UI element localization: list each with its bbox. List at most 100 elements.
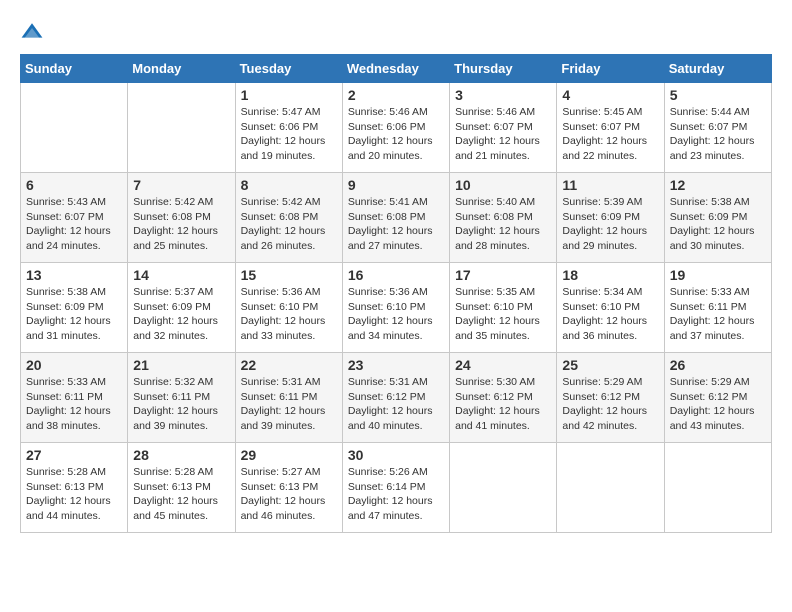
- day-number: 9: [348, 177, 444, 193]
- calendar-cell: 26 Sunrise: 5:29 AM Sunset: 6:12 PM Dayli…: [664, 353, 771, 443]
- calendar-cell: 4Sunrise: 5:45 AM Sunset: 6:07 PM Daylig…: [557, 83, 664, 173]
- day-info: Sunrise: 5:29 AM Sunset: 6:12 PM Dayligh…: [562, 375, 658, 434]
- day-info: Sunrise: 5:39 AM Sunset: 6:09 PM Dayligh…: [562, 195, 658, 254]
- day-info: Sunrise: 5:36 AM Sunset: 6:10 PM Dayligh…: [348, 285, 444, 344]
- day-number: 16: [348, 267, 444, 283]
- day-number: 22: [241, 357, 337, 373]
- day-number: 2: [348, 87, 444, 103]
- day-number: 3: [455, 87, 551, 103]
- calendar-cell: 7 Sunrise: 5:42 AM Sunset: 6:08 PM Daylig…: [128, 173, 235, 263]
- day-info: Sunrise: 5:27 AM Sunset: 6:13 PM Dayligh…: [241, 465, 337, 524]
- logo-icon: [20, 20, 44, 44]
- header-day-sunday: Sunday: [21, 55, 128, 83]
- day-number: 26: [670, 357, 766, 373]
- calendar-cell: 10 Sunrise: 5:40 AM Sunset: 6:08 PM Dayli…: [450, 173, 557, 263]
- calendar-cell: 16 Sunrise: 5:36 AM Sunset: 6:10 PM Dayli…: [342, 263, 449, 353]
- day-info: Sunrise: 5:46 AM Sunset: 6:07 PM Dayligh…: [455, 105, 551, 164]
- day-number: 24: [455, 357, 551, 373]
- day-number: 17: [455, 267, 551, 283]
- day-info: Sunrise: 5:31 AM Sunset: 6:11 PM Dayligh…: [241, 375, 337, 434]
- calendar-week-row: 6 Sunrise: 5:43 AM Sunset: 6:07 PM Daylig…: [21, 173, 772, 263]
- day-info: Sunrise: 5:28 AM Sunset: 6:13 PM Dayligh…: [133, 465, 229, 524]
- day-number: 14: [133, 267, 229, 283]
- day-number: 4: [562, 87, 658, 103]
- day-number: 28: [133, 447, 229, 463]
- calendar-week-row: 1 Sunrise: 5:47 AM Sunset: 6:06 PM Daylig…: [21, 83, 772, 173]
- day-info: Sunrise: 5:28 AM Sunset: 6:13 PM Dayligh…: [26, 465, 122, 524]
- day-info: Sunrise: 5:47 AM Sunset: 6:06 PM Dayligh…: [241, 105, 337, 164]
- day-number: 11: [562, 177, 658, 193]
- calendar-cell: [128, 83, 235, 173]
- day-number: 18: [562, 267, 658, 283]
- calendar-cell: 2 Sunrise: 5:46 AM Sunset: 6:06 PM Daylig…: [342, 83, 449, 173]
- day-info: Sunrise: 5:41 AM Sunset: 6:08 PM Dayligh…: [348, 195, 444, 254]
- calendar-cell: 6 Sunrise: 5:43 AM Sunset: 6:07 PM Daylig…: [21, 173, 128, 263]
- day-info: Sunrise: 5:46 AM Sunset: 6:06 PM Dayligh…: [348, 105, 444, 164]
- day-number: 1: [241, 87, 337, 103]
- day-number: 25: [562, 357, 658, 373]
- calendar-cell: 18 Sunrise: 5:34 AM Sunset: 6:10 PM Dayli…: [557, 263, 664, 353]
- calendar-cell: 8 Sunrise: 5:42 AM Sunset: 6:08 PM Daylig…: [235, 173, 342, 263]
- calendar-table: SundayMondayTuesdayWednesdayThursdayFrid…: [20, 54, 772, 533]
- calendar-cell: 20 Sunrise: 5:33 AM Sunset: 6:11 PM Dayli…: [21, 353, 128, 443]
- day-info: Sunrise: 5:40 AM Sunset: 6:08 PM Dayligh…: [455, 195, 551, 254]
- calendar-cell: 23 Sunrise: 5:31 AM Sunset: 6:12 PM Dayli…: [342, 353, 449, 443]
- calendar-cell: 9 Sunrise: 5:41 AM Sunset: 6:08 PM Daylig…: [342, 173, 449, 263]
- day-info: Sunrise: 5:29 AM Sunset: 6:12 PM Dayligh…: [670, 375, 766, 434]
- calendar-cell: 5 Sunrise: 5:44 AM Sunset: 6:07 PM Daylig…: [664, 83, 771, 173]
- calendar-week-row: 27 Sunrise: 5:28 AM Sunset: 6:13 PM Dayli…: [21, 443, 772, 533]
- day-info: Sunrise: 5:42 AM Sunset: 6:08 PM Dayligh…: [241, 195, 337, 254]
- header-day-friday: Friday: [557, 55, 664, 83]
- calendar-cell: [450, 443, 557, 533]
- calendar-cell: [21, 83, 128, 173]
- day-number: 21: [133, 357, 229, 373]
- calendar-cell: 14 Sunrise: 5:37 AM Sunset: 6:09 PM Dayli…: [128, 263, 235, 353]
- calendar-cell: 12Sunrise: 5:38 AM Sunset: 6:09 PM Dayli…: [664, 173, 771, 263]
- day-info: Sunrise: 5:35 AM Sunset: 6:10 PM Dayligh…: [455, 285, 551, 344]
- day-info: Sunrise: 5:44 AM Sunset: 6:07 PM Dayligh…: [670, 105, 766, 164]
- day-number: 15: [241, 267, 337, 283]
- day-info: Sunrise: 5:30 AM Sunset: 6:12 PM Dayligh…: [455, 375, 551, 434]
- day-info: Sunrise: 5:31 AM Sunset: 6:12 PM Dayligh…: [348, 375, 444, 434]
- calendar-cell: 27 Sunrise: 5:28 AM Sunset: 6:13 PM Dayli…: [21, 443, 128, 533]
- logo: [20, 20, 48, 44]
- page-header: [20, 20, 772, 44]
- day-number: 6: [26, 177, 122, 193]
- calendar-header-row: SundayMondayTuesdayWednesdayThursdayFrid…: [21, 55, 772, 83]
- day-number: 20: [26, 357, 122, 373]
- day-number: 8: [241, 177, 337, 193]
- header-day-saturday: Saturday: [664, 55, 771, 83]
- day-number: 27: [26, 447, 122, 463]
- header-day-thursday: Thursday: [450, 55, 557, 83]
- day-number: 30: [348, 447, 444, 463]
- day-number: 10: [455, 177, 551, 193]
- calendar-cell: 25 Sunrise: 5:29 AM Sunset: 6:12 PM Dayli…: [557, 353, 664, 443]
- day-info: Sunrise: 5:42 AM Sunset: 6:08 PM Dayligh…: [133, 195, 229, 254]
- day-info: Sunrise: 5:43 AM Sunset: 6:07 PM Dayligh…: [26, 195, 122, 254]
- day-info: Sunrise: 5:37 AM Sunset: 6:09 PM Dayligh…: [133, 285, 229, 344]
- calendar-cell: 28 Sunrise: 5:28 AM Sunset: 6:13 PM Dayli…: [128, 443, 235, 533]
- day-info: Sunrise: 5:26 AM Sunset: 6:14 PM Dayligh…: [348, 465, 444, 524]
- calendar-week-row: 13 Sunrise: 5:38 AM Sunset: 6:09 PM Dayli…: [21, 263, 772, 353]
- calendar-cell: [557, 443, 664, 533]
- calendar-week-row: 20 Sunrise: 5:33 AM Sunset: 6:11 PM Dayli…: [21, 353, 772, 443]
- day-number: 5: [670, 87, 766, 103]
- calendar-cell: 22 Sunrise: 5:31 AM Sunset: 6:11 PM Dayli…: [235, 353, 342, 443]
- day-number: 7: [133, 177, 229, 193]
- day-number: 12: [670, 177, 766, 193]
- day-number: 23: [348, 357, 444, 373]
- day-info: Sunrise: 5:34 AM Sunset: 6:10 PM Dayligh…: [562, 285, 658, 344]
- day-number: 19: [670, 267, 766, 283]
- day-number: 13: [26, 267, 122, 283]
- calendar-cell: 19Sunrise: 5:33 AM Sunset: 6:11 PM Dayli…: [664, 263, 771, 353]
- header-day-tuesday: Tuesday: [235, 55, 342, 83]
- header-day-wednesday: Wednesday: [342, 55, 449, 83]
- calendar-cell: 3 Sunrise: 5:46 AM Sunset: 6:07 PM Daylig…: [450, 83, 557, 173]
- day-info: Sunrise: 5:38 AM Sunset: 6:09 PM Dayligh…: [26, 285, 122, 344]
- calendar-cell: 13 Sunrise: 5:38 AM Sunset: 6:09 PM Dayli…: [21, 263, 128, 353]
- calendar-cell: [664, 443, 771, 533]
- calendar-cell: 24 Sunrise: 5:30 AM Sunset: 6:12 PM Dayli…: [450, 353, 557, 443]
- header-day-monday: Monday: [128, 55, 235, 83]
- calendar-cell: 17 Sunrise: 5:35 AM Sunset: 6:10 PM Dayli…: [450, 263, 557, 353]
- day-info: Sunrise: 5:33 AM Sunset: 6:11 PM Dayligh…: [26, 375, 122, 434]
